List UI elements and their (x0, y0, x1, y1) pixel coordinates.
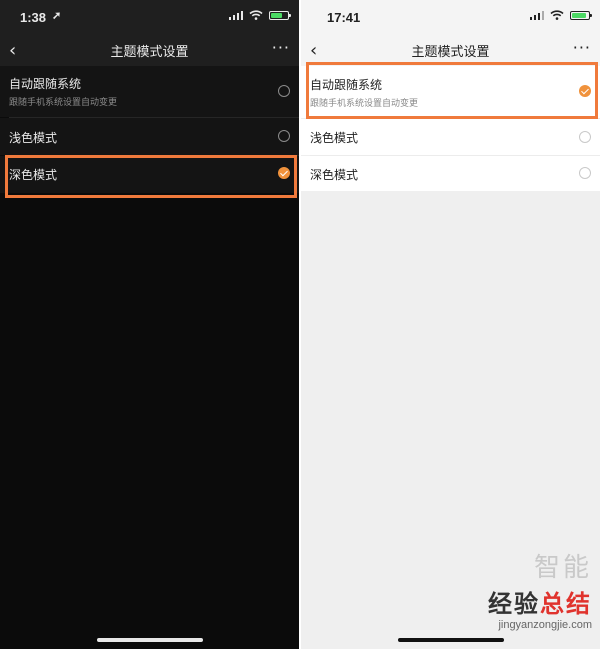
status-bar: 17:41 (301, 0, 600, 36)
radio-unchecked-icon[interactable] (579, 131, 591, 143)
status-bar: 1:38 ➚ (0, 0, 299, 36)
more-icon[interactable]: ··· (272, 38, 290, 57)
home-indicator (96, 638, 203, 642)
nav-bar: ‹ 主题模式设置 ··· (0, 36, 299, 66)
battery-charging-icon (570, 10, 592, 20)
option-light-mode[interactable]: 浅色模式 (301, 119, 600, 155)
radio-unchecked-icon[interactable] (579, 167, 591, 179)
light-mode-screen: 17:41 ‹ 主题模式设置 ··· 自动跟随系统 跟随手机系统设置自动变更 浅… (301, 0, 600, 649)
screenshot-comparison: 1:38 ➚ ‹ 主题模式设置 ··· 自动跟随系统 跟随手机系统设置自动变更 (0, 0, 600, 649)
option-label: 深色模式 (310, 168, 359, 182)
radio-unchecked-icon[interactable] (278, 85, 290, 97)
page-title: 主题模式设置 (411, 45, 490, 60)
watermark-main-text: 经验总结 (488, 584, 592, 619)
option-dark-mode[interactable]: 深色模式 (301, 156, 600, 191)
page-title: 主题模式设置 (110, 45, 189, 60)
option-light-mode[interactable]: 浅色模式 (0, 118, 299, 155)
watermark-top-text: 智能 (533, 553, 592, 583)
option-label: 浅色模式 (310, 131, 359, 145)
watermark-url: jingyanzongjie.com (498, 619, 592, 631)
option-auto-follow-system[interactable]: 自动跟随系统 跟随手机系统设置自动变更 (0, 66, 299, 117)
option-sub-label: 跟随手机系统设置自动变更 (9, 98, 118, 108)
wifi-icon (249, 10, 263, 20)
dark-mode-screen: 1:38 ➚ ‹ 主题模式设置 ··· 自动跟随系统 跟随手机系统设置自动变更 (0, 0, 299, 649)
home-indicator (397, 638, 504, 642)
battery-icon (269, 10, 291, 20)
option-label: 浅色模式 (9, 131, 58, 145)
watermark: 智能 经验总结 jingyanzongjie.com (488, 547, 592, 631)
highlight-box (306, 62, 598, 119)
watermark-main-a: 经验 (488, 590, 540, 618)
radio-unchecked-icon[interactable] (278, 130, 290, 142)
signal-icon (529, 10, 544, 20)
signal-icon (228, 10, 243, 20)
more-icon[interactable]: ··· (573, 38, 591, 57)
status-time: 17:41 (327, 10, 361, 25)
wifi-icon (550, 10, 564, 20)
location-arrow-icon: ➚ (52, 10, 62, 22)
status-time: 1:38 (20, 10, 47, 25)
status-icons (228, 10, 291, 20)
status-icons (529, 10, 592, 20)
watermark-main-b: 总结 (540, 590, 592, 618)
option-label: 自动跟随系统 (9, 77, 82, 91)
highlight-box (5, 155, 297, 198)
